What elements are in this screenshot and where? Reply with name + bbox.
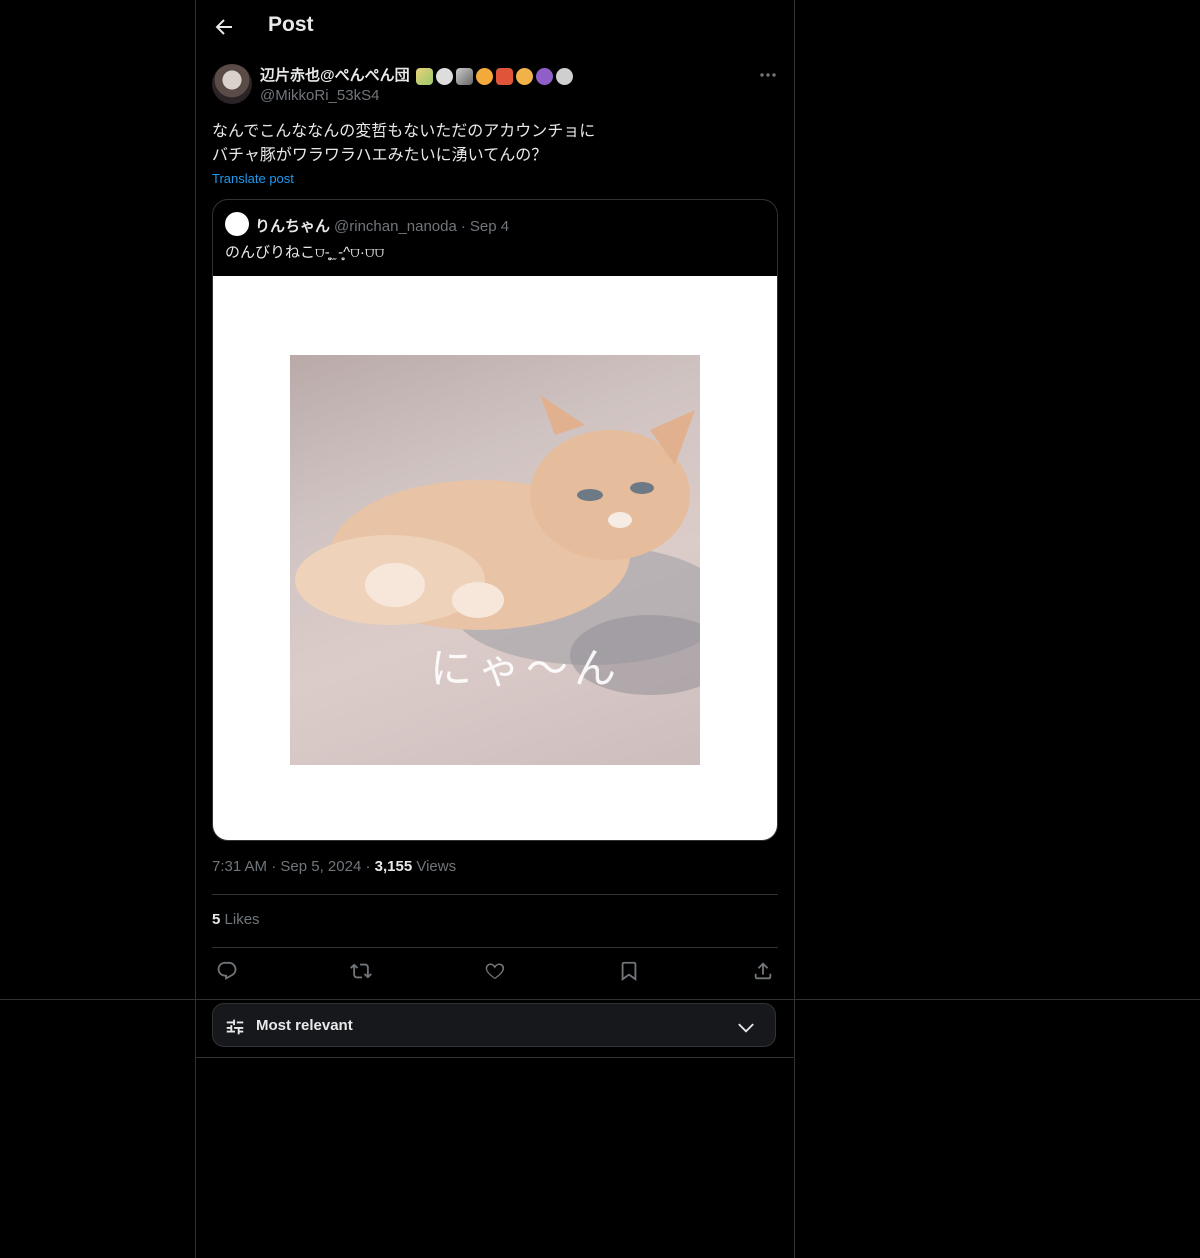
views-label: Views <box>416 858 457 875</box>
quote-avatar <box>225 212 249 236</box>
emoji-icon <box>415 67 433 85</box>
image-caption: にゃ〜ん <box>430 644 623 693</box>
likes-label: Likes <box>224 911 260 928</box>
quote-author-name: りんちゃん <box>255 218 331 235</box>
divider <box>196 1057 794 1058</box>
emoji-icon <box>515 67 533 85</box>
page-title: Post <box>268 13 314 36</box>
post-text: なんでこんななんの変哲もないただのアカウンチョに バチャ豚がワラワラハエみたいに… <box>212 120 772 168</box>
quote-author-handle: @rinchan_nanoda <box>334 218 457 235</box>
sliders-icon <box>226 1019 244 1035</box>
author-name[interactable]: 辺片赤也@ぺんぺん団 <box>260 64 573 85</box>
views-count: 3,155 <box>374 858 413 875</box>
quoted-post[interactable]: りんちゃん @rinchan_nanoda · Sep 4 のんびりねこ⩌-̥̥̥̥ … <box>212 199 778 841</box>
cat-photo: にゃ〜ん <box>290 355 700 765</box>
sort-label: Most relevant <box>256 1017 353 1034</box>
likes-link[interactable]: 5 Likes <box>212 911 260 928</box>
post-date[interactable]: Sep 5, 2024 <box>280 858 361 875</box>
separator-dot: · <box>271 858 281 875</box>
emoji-icon <box>455 67 473 85</box>
post-text-line: なんでこんななんの変哲もないただのアカウンチョに <box>212 123 596 140</box>
emoji-icon <box>535 67 553 85</box>
sort-dropdown[interactable]: Most relevant <box>212 1003 776 1047</box>
likes-count: 5 <box>212 911 221 928</box>
divider <box>212 894 778 895</box>
post-text-line: バチャ豚がワラワラハエみたいに湧いてんの？ <box>212 147 548 164</box>
chevron-down-icon <box>738 1023 754 1033</box>
page-header: Post <box>196 0 794 54</box>
arrow-left-icon[interactable] <box>212 15 236 39</box>
bookmark-icon[interactable] <box>618 960 640 982</box>
emoji-icon <box>435 67 453 85</box>
quote-media[interactable]: にゃ〜ん <box>213 276 777 840</box>
emoji-icon <box>555 67 573 85</box>
reply-icon[interactable] <box>216 960 238 982</box>
separator-dot: · <box>365 858 375 875</box>
main-column: Post 辺片赤也@ぺんぺん団 @MikkoRi_53kS4 なんでこんななんの… <box>195 0 795 1258</box>
repost-icon[interactable] <box>350 960 372 982</box>
post-time[interactable]: 7:31 AM <box>212 858 267 875</box>
separator-dot: · <box>460 218 466 235</box>
author-handle[interactable]: @MikkoRi_53kS4 <box>260 87 379 104</box>
emoji-icon <box>475 67 493 85</box>
quote-text: のんびりねこ⩌-̥̥̥̥ ̫ -̥̥̥̥^⩌·⩌⩌ <box>225 244 385 261</box>
cat-illustration <box>295 395 700 695</box>
quote-date: Sep 4 <box>469 218 510 235</box>
translate-link[interactable]: Translate post <box>212 171 294 186</box>
heart-icon[interactable] <box>484 960 506 982</box>
quote-header: りんちゃん @rinchan_nanoda · Sep 4 <box>255 215 509 236</box>
author-name-text: 辺片赤也@ぺんぺん団 <box>260 67 410 84</box>
more-icon[interactable] <box>758 68 778 82</box>
author-avatar[interactable] <box>212 64 252 104</box>
name-emojis <box>415 67 573 85</box>
emoji-icon <box>495 67 513 85</box>
divider <box>212 947 778 948</box>
post-meta: 7:31 AM · Sep 5, 2024 · 3,155 Views <box>212 858 456 875</box>
share-icon[interactable] <box>752 960 774 982</box>
